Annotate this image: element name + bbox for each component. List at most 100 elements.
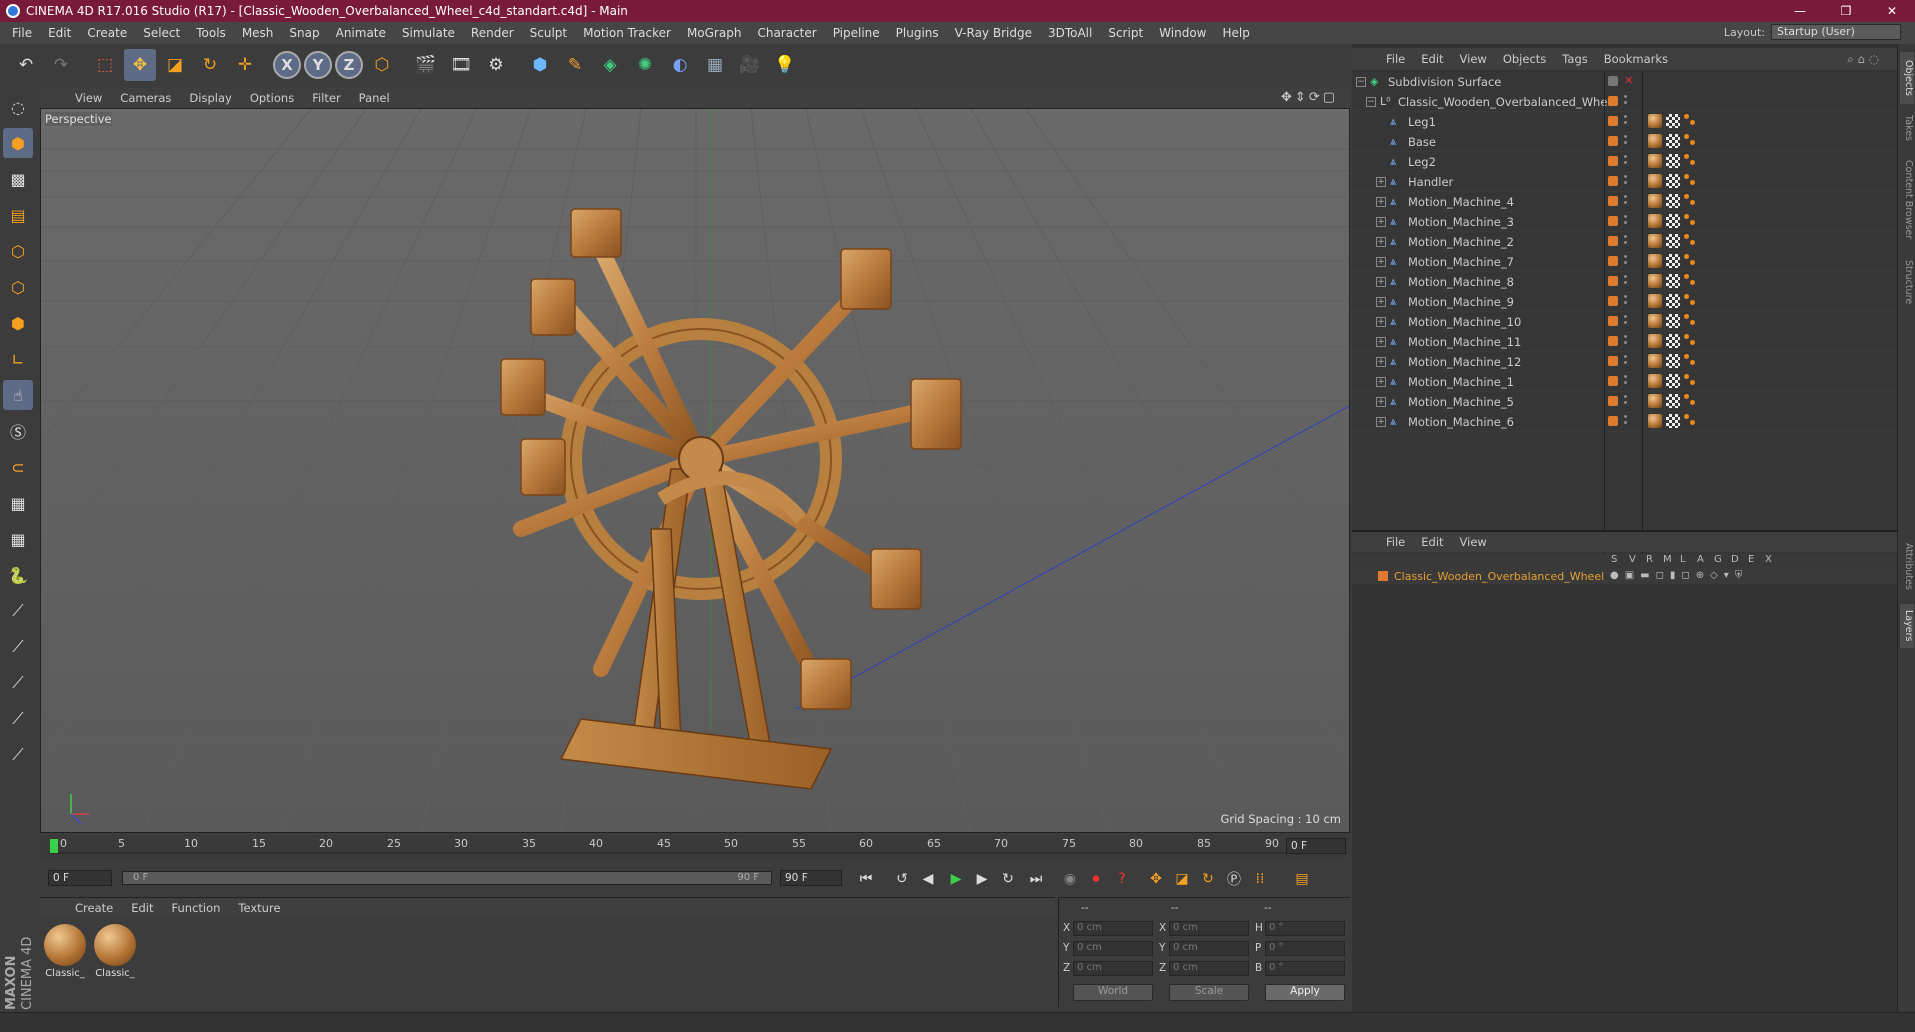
x-axis-lock-icon[interactable]: X [273, 51, 301, 79]
layer-color-icon[interactable] [1608, 396, 1618, 406]
om-menu-view[interactable]: View [1452, 52, 1495, 66]
tweak-mode-icon[interactable]: ☝ [3, 380, 33, 410]
autokeying-icon[interactable]: ? [1110, 868, 1134, 890]
previous-frame-icon[interactable]: ◀ [916, 868, 940, 890]
visibility-dots-icon[interactable] [1624, 155, 1628, 169]
visibility-dots-icon[interactable] [1624, 195, 1628, 209]
axis-mode-icon[interactable]: ∟ [3, 344, 33, 374]
workplane-mode-icon[interactable]: ▤ [3, 200, 33, 230]
material-tag-icon[interactable] [1648, 414, 1662, 428]
phong-tag-icon[interactable] [1684, 114, 1696, 128]
light-object-icon[interactable]: 💡 [769, 49, 801, 81]
uvw-tag-icon[interactable] [1666, 134, 1680, 148]
om-menu-edit[interactable]: Edit [1413, 52, 1451, 66]
menu-vray-bridge[interactable]: V-Ray Bridge [947, 26, 1040, 40]
sculpt-smooth-icon[interactable]: ⟋ [3, 668, 33, 698]
model-mode-icon[interactable]: ⬢ [3, 128, 33, 158]
pen-spline-icon[interactable]: ✎ [559, 49, 591, 81]
maximize-button[interactable]: ❐ [1823, 0, 1869, 22]
om-menu-objects[interactable]: Objects [1495, 52, 1554, 66]
menu-snap[interactable]: Snap [281, 26, 327, 40]
material-menu-texture[interactable]: Texture [229, 901, 289, 915]
material-swatch[interactable]: Classic_ [42, 924, 88, 979]
om-menu-file[interactable]: File [1378, 52, 1413, 66]
menu-pipeline[interactable]: Pipeline [825, 26, 888, 40]
menu-edit[interactable]: Edit [40, 26, 79, 40]
close-button[interactable]: ✕ [1869, 0, 1915, 22]
tab-attributes[interactable]: Attributes [1900, 534, 1914, 598]
layer-color-icon[interactable] [1608, 196, 1618, 206]
size-y-field[interactable]: 0 cm [1169, 941, 1249, 956]
uvw-tag-icon[interactable] [1666, 254, 1680, 268]
solo-icon[interactable]: Ⓢ [3, 416, 33, 446]
layer-icon[interactable] [1608, 76, 1618, 86]
end-frame-field[interactable]: 90 F [780, 870, 842, 886]
om-menu-bookmarks[interactable]: Bookmarks [1596, 52, 1676, 66]
material-tag-icon[interactable] [1648, 354, 1662, 368]
material-tag-icon[interactable] [1648, 214, 1662, 228]
uvw-tag-icon[interactable] [1666, 174, 1680, 188]
layer-color-icon[interactable] [1608, 256, 1618, 266]
viewport-menu-panel[interactable]: Panel [350, 91, 399, 105]
visibility-dots-icon[interactable] [1624, 275, 1628, 289]
material-tag-icon[interactable] [1648, 274, 1662, 288]
render-view-icon[interactable]: 🎬 [410, 49, 442, 81]
coordinate-system-icon[interactable]: ⬡ [366, 49, 398, 81]
menu-window[interactable]: Window [1151, 26, 1214, 40]
enabled-x-icon[interactable]: ✕ [1624, 74, 1633, 87]
menu-sculpt[interactable]: Sculpt [522, 26, 575, 40]
sculpt-inflate-icon[interactable]: ⟋ [3, 740, 33, 770]
visibility-dots-icon[interactable] [1624, 235, 1628, 249]
menu-create[interactable]: Create [79, 26, 135, 40]
uvw-tag-icon[interactable] [1666, 194, 1680, 208]
menu-mograph[interactable]: MoGraph [679, 26, 750, 40]
timeline-window-icon[interactable]: ▤ [1290, 868, 1314, 890]
y-axis-lock-icon[interactable]: Y [304, 51, 332, 79]
coordinate-space-dropdown[interactable]: World [1073, 984, 1153, 1001]
visibility-dots-icon[interactable] [1624, 115, 1628, 129]
menu-motion-tracker[interactable]: Motion Tracker [575, 26, 679, 40]
uvw-tag-icon[interactable] [1666, 154, 1680, 168]
layer-color-icon[interactable] [1608, 296, 1618, 306]
key-position-icon[interactable]: ✥ [1144, 868, 1168, 890]
layer-name[interactable]: Classic_Wooden_Overbalanced_Wheel [1394, 570, 1604, 583]
layer-toggle-icons[interactable]: ●▣▬◻▮◻⊕◇▾⛨ [1610, 570, 1748, 581]
visibility-dots-icon[interactable] [1624, 395, 1628, 409]
phong-tag-icon[interactable] [1684, 174, 1696, 188]
material-menu-create[interactable]: Create [66, 901, 122, 915]
layer-color-icon[interactable] [1608, 356, 1618, 366]
brush-icon[interactable]: ⟋ [3, 632, 33, 662]
menu-file[interactable]: File [4, 26, 40, 40]
layer-color-icon[interactable] [1608, 316, 1618, 326]
z-axis-lock-icon[interactable]: Z [335, 51, 363, 79]
uvw-tag-icon[interactable] [1666, 394, 1680, 408]
menu-character[interactable]: Character [749, 26, 824, 40]
menu-script[interactable]: Script [1100, 26, 1151, 40]
phong-tag-icon[interactable] [1684, 254, 1696, 268]
points-mode-icon[interactable]: ⬡ [3, 236, 33, 266]
phong-tag-icon[interactable] [1684, 214, 1696, 228]
material-tag-icon[interactable] [1648, 254, 1662, 268]
position-y-field[interactable]: 0 cm [1073, 941, 1153, 956]
cube-object-icon[interactable]: ⬢ [524, 49, 556, 81]
key-pla-icon[interactable]: ⁞⁞ [1248, 868, 1272, 890]
layer-row[interactable]: Classic_Wooden_Overbalanced_Wheel ●▣▬◻▮◻… [1352, 568, 1897, 584]
material-tag-icon[interactable] [1648, 334, 1662, 348]
key-scale-icon[interactable]: ◪ [1170, 868, 1194, 890]
menu-animate[interactable]: Animate [328, 26, 394, 40]
tab-objects[interactable]: Objects [1900, 52, 1914, 104]
phong-tag-icon[interactable] [1684, 334, 1696, 348]
motion-record-icon[interactable]: ◉ [1058, 868, 1082, 890]
transform-tool-icon[interactable]: ✛ [229, 49, 261, 81]
tab-takes[interactable]: Takes [1900, 108, 1914, 148]
visibility-dots-icon[interactable] [1624, 95, 1628, 109]
undo-icon[interactable]: ↶ [10, 49, 42, 81]
python-icon[interactable]: 🐍 [3, 560, 33, 590]
key-parameter-icon[interactable]: Ⓟ [1222, 868, 1246, 890]
material-tag-icon[interactable] [1648, 114, 1662, 128]
layer-color-icon[interactable] [1608, 96, 1618, 106]
phong-tag-icon[interactable] [1684, 314, 1696, 328]
next-key-icon[interactable]: ↻ [996, 868, 1020, 890]
visibility-dots-icon[interactable] [1624, 355, 1628, 369]
menu-plugins[interactable]: Plugins [888, 26, 947, 40]
